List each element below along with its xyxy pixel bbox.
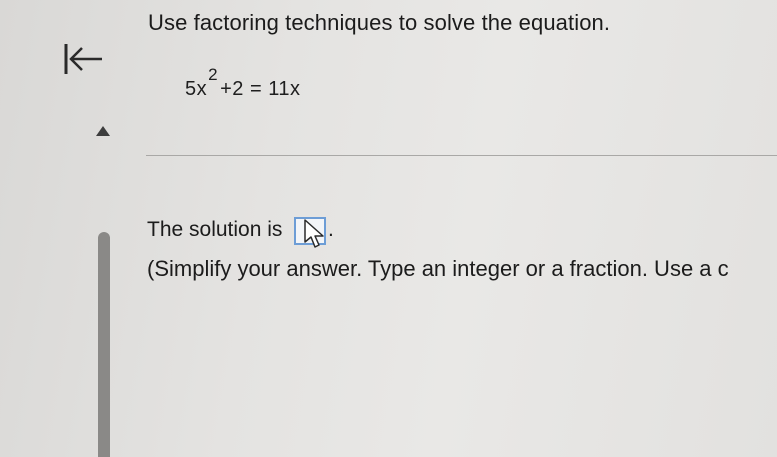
collapse-toggle[interactable] [96, 123, 110, 136]
back-button[interactable] [60, 40, 106, 80]
equation-exponent: 2 [208, 65, 219, 84]
triangle-up-icon [96, 126, 110, 136]
instruction-text: Use factoring techniques to solve the eq… [148, 10, 611, 35]
answer-hint: (Simplify your answer. Type an integer o… [147, 256, 729, 281]
solution-period: . [328, 218, 334, 241]
answer-input[interactable] [294, 217, 326, 245]
equation: 5x2+2 = 11x [185, 65, 301, 101]
divider [146, 155, 777, 156]
solution-label: The solution is [147, 218, 283, 241]
arrow-left-to-bar-icon [64, 44, 102, 74]
scrollbar-thumb[interactable] [98, 232, 110, 457]
equation-rest: +2 = 11x [220, 78, 301, 100]
equation-base: 5x [185, 78, 208, 100]
